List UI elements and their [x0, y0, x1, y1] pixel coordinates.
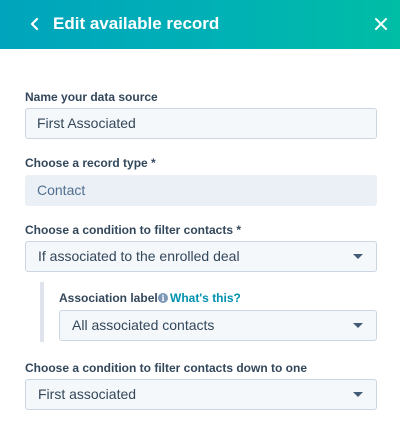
nested-indent-bar: [40, 282, 44, 342]
whats-this-text: What's this?: [170, 291, 241, 305]
back-button[interactable]: [23, 12, 47, 36]
data-source-label: Name your data source: [25, 90, 158, 104]
data-source-input[interactable]: First Associated: [25, 108, 377, 139]
caret-down-icon: [353, 323, 363, 328]
panel-title: Edit available record: [53, 14, 220, 33]
association-label-label: Association label: [59, 291, 158, 305]
info-icon: i: [158, 293, 168, 303]
record-type-field: Contact: [25, 175, 377, 206]
whats-this-link[interactable]: i What's this?: [158, 291, 241, 305]
filter-condition-value: If associated to the enrolled deal: [38, 248, 240, 264]
filter-down-label: Choose a condition to filter contacts do…: [25, 361, 307, 375]
record-type-label: Choose a record type *: [25, 156, 156, 170]
filter-down-select[interactable]: First associated: [25, 379, 377, 410]
close-button[interactable]: [369, 12, 393, 36]
association-label-value: All associated contacts: [72, 317, 215, 333]
filter-down-value: First associated: [38, 386, 137, 402]
chevron-left-icon: [30, 17, 39, 31]
filter-condition-select[interactable]: If associated to the enrolled deal: [25, 241, 377, 272]
close-icon: [375, 18, 387, 30]
association-label-select[interactable]: All associated contacts: [59, 310, 377, 341]
filter-condition-label: Choose a condition to filter contacts *: [25, 223, 242, 237]
caret-down-icon: [353, 392, 363, 397]
caret-down-icon: [353, 254, 363, 259]
panel-header: Edit available record: [0, 0, 400, 49]
